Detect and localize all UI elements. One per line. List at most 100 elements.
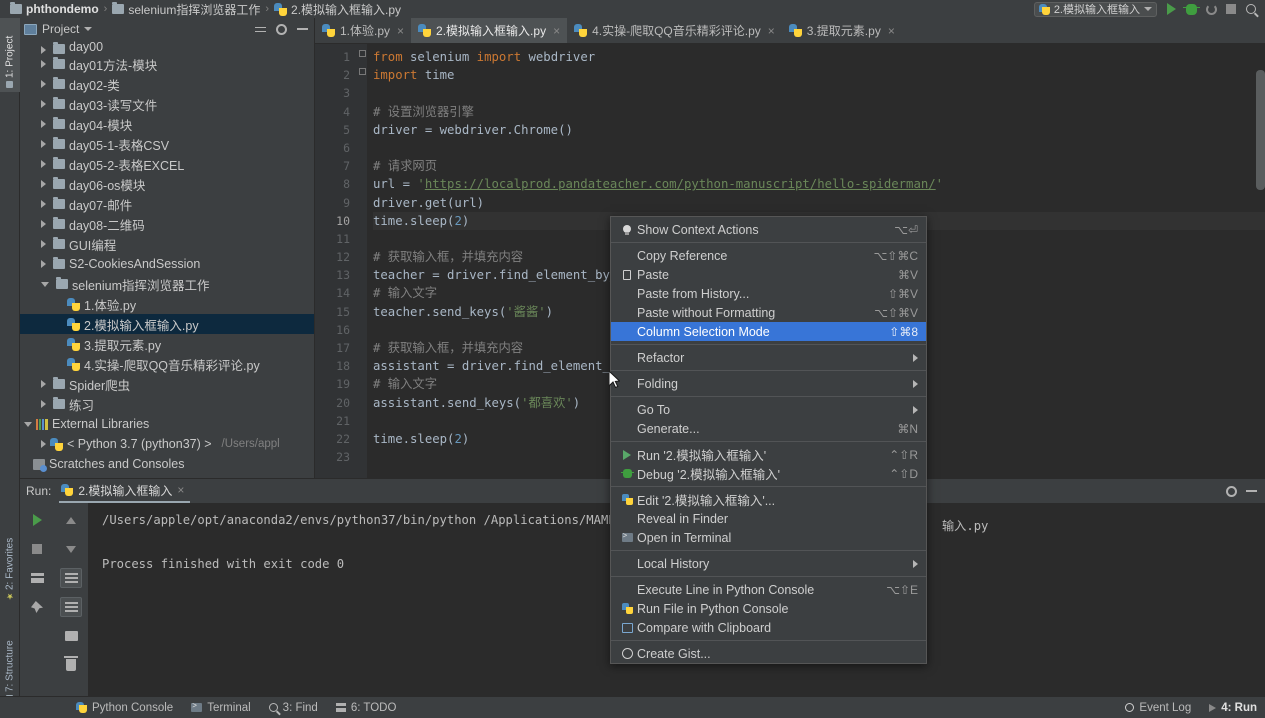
- menu-item[interactable]: Open in Terminal: [611, 528, 926, 547]
- fold-marker-icon[interactable]: [359, 68, 366, 75]
- editor-tab[interactable]: 1.体验.py×: [315, 18, 411, 43]
- tree-node[interactable]: External Libraries: [20, 414, 314, 434]
- search-everywhere-button[interactable]: [1241, 0, 1261, 18]
- tree-node[interactable]: S2-CookiesAndSession: [20, 254, 314, 274]
- close-icon[interactable]: ×: [888, 24, 895, 38]
- menu-item[interactable]: Create Gist...: [611, 644, 926, 663]
- tree-node[interactable]: 2.模拟输入框输入.py: [20, 314, 314, 334]
- menu-item[interactable]: Local History: [611, 554, 926, 573]
- breadcrumb-item-1[interactable]: selenium指挥浏览器工作: [110, 0, 262, 18]
- scroll-to-end-button[interactable]: [60, 597, 82, 617]
- clear-all-button[interactable]: [60, 655, 82, 675]
- chevron-right-icon[interactable]: [41, 260, 46, 268]
- tree-node[interactable]: 1.体验.py: [20, 294, 314, 314]
- print-button[interactable]: [60, 626, 82, 646]
- chevron-right-icon[interactable]: [41, 380, 46, 388]
- run-button[interactable]: [1161, 0, 1181, 18]
- rerun-button[interactable]: [26, 510, 48, 530]
- code-line[interactable]: from selenium import webdriver: [373, 48, 1265, 66]
- tree-node[interactable]: day08-二维码: [20, 214, 314, 234]
- tree-node[interactable]: day03-读写文件: [20, 94, 314, 114]
- prev-occurrence-button[interactable]: [60, 510, 82, 530]
- status-item-find[interactable]: 3: Find: [269, 702, 318, 714]
- tree-node[interactable]: 3.提取元素.py: [20, 334, 314, 354]
- chevron-right-icon[interactable]: [41, 80, 46, 88]
- menu-item[interactable]: Reveal in Finder: [611, 509, 926, 528]
- hide-pane-button[interactable]: [294, 21, 310, 37]
- menu-item[interactable]: Column Selection Mode⇧⌘8: [611, 322, 926, 341]
- code-line[interactable]: [373, 84, 1265, 102]
- tree-node[interactable]: day04-模块: [20, 114, 314, 134]
- settings-button[interactable]: [273, 21, 289, 37]
- close-icon[interactable]: ×: [768, 24, 775, 38]
- tree-node[interactable]: day07-邮件: [20, 194, 314, 214]
- menu-item[interactable]: Debug '2.模拟输入框输入'⌃⇧D: [611, 464, 926, 483]
- status-item-terminal[interactable]: Terminal: [191, 702, 250, 714]
- menu-item[interactable]: Folding: [611, 374, 926, 393]
- close-icon[interactable]: ×: [397, 24, 404, 38]
- chevron-right-icon[interactable]: [41, 400, 46, 408]
- sidebar-item-favorites[interactable]: 2: Favorites: [0, 518, 20, 604]
- menu-item[interactable]: Paste from History...⇧⌘V: [611, 284, 926, 303]
- tree-node[interactable]: selenium指挥浏览器工作: [20, 274, 314, 294]
- menu-item[interactable]: Copy Reference⌥⇧⌘C: [611, 246, 926, 265]
- stop-button[interactable]: [26, 539, 48, 559]
- tree-node[interactable]: day06-os模块: [20, 174, 314, 194]
- debug-button[interactable]: [1181, 0, 1201, 18]
- menu-item[interactable]: Edit '2.模拟输入框输入'...: [611, 490, 926, 509]
- code-line[interactable]: [373, 139, 1265, 157]
- tree-node[interactable]: GUI编程: [20, 234, 314, 254]
- chevron-right-icon[interactable]: [41, 120, 46, 128]
- run-settings-button[interactable]: [1223, 483, 1239, 499]
- chevron-right-icon[interactable]: [41, 240, 46, 248]
- code-line[interactable]: # 请求网页: [373, 157, 1265, 175]
- rerun-button[interactable]: [1201, 0, 1221, 18]
- run-tab[interactable]: 2.模拟输入框输入 ×: [59, 480, 190, 503]
- fold-gutter[interactable]: [357, 44, 367, 478]
- tree-node[interactable]: day00: [20, 40, 314, 54]
- chevron-right-icon[interactable]: [41, 140, 46, 148]
- editor-tab[interactable]: 2.模拟输入框输入.py×: [411, 18, 567, 43]
- menu-item[interactable]: Paste without Formatting⌥⇧⌘V: [611, 303, 926, 322]
- editor-tab[interactable]: 3.提取元素.py×: [782, 18, 902, 43]
- status-item-python-console[interactable]: Python Console: [76, 702, 173, 714]
- toggle-tasks-button[interactable]: [26, 568, 48, 588]
- soft-wrap-button[interactable]: [60, 568, 82, 588]
- code-line[interactable]: import time: [373, 66, 1265, 84]
- fold-marker-icon[interactable]: [359, 50, 366, 57]
- run-configuration-selector[interactable]: 2.模拟输入框输入: [1034, 2, 1157, 17]
- stop-button[interactable]: [1221, 0, 1241, 18]
- sidebar-item-structure[interactable]: 7: Structure: [0, 614, 20, 706]
- chevron-right-icon[interactable]: [41, 180, 46, 188]
- editor-context-menu[interactable]: Show Context Actions⌥⏎ Copy Reference⌥⇧⌘C…: [610, 216, 927, 664]
- close-icon[interactable]: ×: [177, 483, 184, 497]
- code-line[interactable]: # 设置浏览器引擎: [373, 103, 1265, 121]
- chevron-right-icon[interactable]: [41, 220, 46, 228]
- chevron-down-icon[interactable]: [41, 282, 49, 287]
- tree-node[interactable]: < Python 3.7 (python37) >/Users/appl: [20, 434, 314, 454]
- code-line[interactable]: driver.get(url): [373, 194, 1265, 212]
- tree-node[interactable]: day01方法-模块: [20, 54, 314, 74]
- editor-scrollbar[interactable]: [1256, 70, 1265, 190]
- editor-tab[interactable]: 4.实操-爬取QQ音乐精彩评论.py×: [567, 18, 782, 43]
- menu-item[interactable]: Show Context Actions⌥⏎: [611, 220, 926, 239]
- chevron-right-icon[interactable]: [41, 46, 46, 54]
- menu-item[interactable]: Run File in Python Console: [611, 599, 926, 618]
- collapse-all-button[interactable]: [252, 21, 268, 37]
- chevron-right-icon[interactable]: [41, 160, 46, 168]
- code-line[interactable]: driver = webdriver.Chrome(): [373, 121, 1265, 139]
- status-item-run[interactable]: 4: Run: [1209, 702, 1257, 714]
- tree-node[interactable]: day05-2-表格EXCEL: [20, 154, 314, 174]
- chevron-down-icon[interactable]: [24, 422, 32, 427]
- tree-node[interactable]: 练习: [20, 394, 314, 414]
- chevron-right-icon[interactable]: [41, 200, 46, 208]
- breadcrumb-item-2[interactable]: 2.模拟输入框输入.py: [272, 0, 403, 18]
- tree-node[interactable]: day05-1-表格CSV: [20, 134, 314, 154]
- menu-item[interactable]: Run '2.模拟输入框输入'⌃⇧R: [611, 445, 926, 464]
- chevron-right-icon[interactable]: [41, 440, 46, 448]
- menu-item[interactable]: Refactor: [611, 348, 926, 367]
- sidebar-item-project[interactable]: 1: Project: [0, 18, 20, 92]
- chevron-right-icon[interactable]: [41, 60, 46, 68]
- tree-node[interactable]: day02-类: [20, 74, 314, 94]
- menu-item[interactable]: Generate...⌘N: [611, 419, 926, 438]
